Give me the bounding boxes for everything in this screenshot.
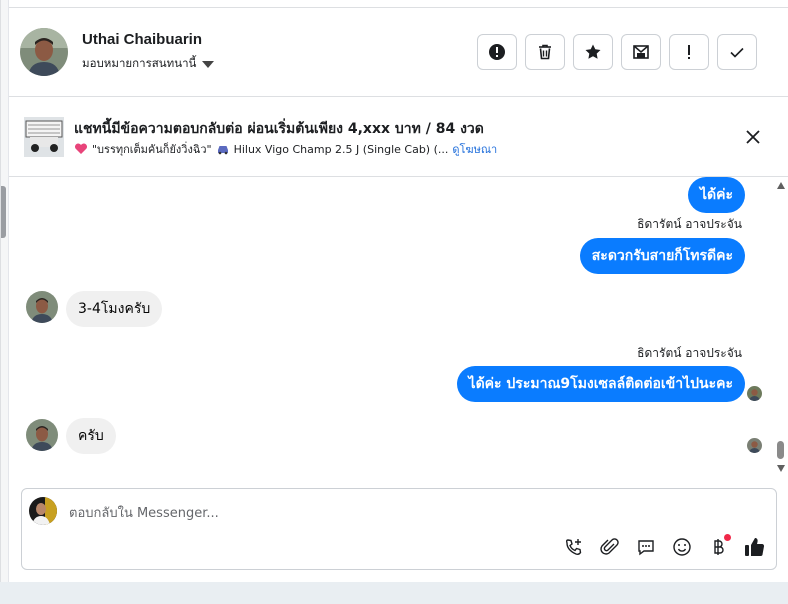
emoji-icon xyxy=(673,538,691,556)
chat-bubble-icon xyxy=(638,540,654,556)
call-button[interactable] xyxy=(562,535,586,559)
heart-icon xyxy=(74,143,88,154)
mark-spam-button[interactable] xyxy=(477,34,517,70)
left-scroll-thumb[interactable] xyxy=(1,186,6,238)
page-bottom-background xyxy=(0,582,788,604)
thumbs-up-icon xyxy=(745,538,765,556)
ad-slogan: "บรรทุกเต็มคันก็ยังวิ่งฉิว" xyxy=(92,143,212,156)
message-sender: ธิดารัตน์ อาจประจัน xyxy=(637,346,742,360)
delete-button[interactable] xyxy=(525,34,565,70)
payment-button[interactable] xyxy=(706,534,731,559)
conversation-header: Uthai Chaibuarin มอบหมายการสนทนานี้ xyxy=(9,8,788,97)
star-icon xyxy=(585,44,601,59)
follow-up-button[interactable] xyxy=(669,34,709,70)
assign-conversation-dropdown[interactable]: มอบหมายการสนทนานี้ xyxy=(82,55,215,73)
ad-thumbnail[interactable] xyxy=(24,117,64,157)
scroll-up-arrow-icon[interactable] xyxy=(777,182,785,189)
message-bubble-outgoing[interactable]: ได้ค่ะ xyxy=(687,177,745,213)
trash-icon xyxy=(539,44,551,60)
contact-avatar[interactable] xyxy=(20,28,68,76)
message-thread: ได้ค่ะ ธิดารัตน์ อาจประจัน สะดวกรับสายก็… xyxy=(9,177,773,481)
car-icon xyxy=(217,146,228,155)
seen-indicator-avatar xyxy=(747,438,762,453)
mark-done-button[interactable] xyxy=(717,34,757,70)
view-ad-link[interactable]: ดูโฆษณา xyxy=(452,140,497,158)
ad-title: แชทนี้มีข้อความตอบกลับต่อ ผ่อนเริ่มต้นเพ… xyxy=(74,121,484,137)
reply-input[interactable] xyxy=(69,503,709,523)
mark-unread-button[interactable] xyxy=(621,34,661,70)
contact-avatar-small[interactable] xyxy=(26,291,58,323)
seen-indicator-avatar xyxy=(747,386,762,401)
assign-label: มอบหมายการสนทนานี้ xyxy=(82,56,197,70)
ad-vehicle: Hilux Vigo Champ 2.5 J (Single Cab) (... xyxy=(233,142,449,156)
message-composer xyxy=(21,488,777,570)
close-ad-bar-button[interactable] xyxy=(743,127,763,147)
message-bubble-incoming[interactable]: ครับ xyxy=(66,418,116,454)
scroll-thumb[interactable] xyxy=(777,441,784,459)
saved-replies-button[interactable] xyxy=(634,535,658,559)
caret-down-icon xyxy=(202,60,215,68)
composer-toolbar xyxy=(562,534,766,559)
page-avatar xyxy=(29,497,57,525)
attach-button[interactable] xyxy=(598,535,622,559)
star-button[interactable] xyxy=(573,34,613,70)
inbox-conversation-panel: Uthai Chaibuarin มอบหมายการสนทนานี้ แชทน… xyxy=(0,0,788,582)
ad-context-bar: แชทนี้มีข้อความตอบกลับต่อ ผ่อนเริ่มต้นเพ… xyxy=(9,97,788,177)
scroll-down-arrow-icon[interactable] xyxy=(777,465,785,472)
message-bubble-outgoing[interactable]: สะดวกรับสายก็โทรดีคะ xyxy=(579,238,745,274)
close-icon xyxy=(746,130,760,144)
like-button[interactable] xyxy=(742,535,766,559)
left-scroll-strip xyxy=(1,0,9,582)
message-bubble-outgoing[interactable]: ได้ค่ะ ประมาณ9โมงเซลล์ติดต่อเข้าไปนะคะ xyxy=(456,366,745,402)
thread-scrollbar[interactable] xyxy=(773,177,788,481)
notification-dot xyxy=(724,534,731,541)
mail-unread-icon xyxy=(633,45,649,59)
header-actions xyxy=(477,34,757,70)
phone-add-icon xyxy=(565,539,582,555)
message-sender: ธิดารัตน์ อาจประจัน xyxy=(637,217,742,231)
contact-avatar-small[interactable] xyxy=(26,419,58,451)
exclamation-icon xyxy=(688,45,690,59)
checkmark-icon xyxy=(730,47,744,58)
paperclip-icon xyxy=(600,538,619,555)
emoji-button[interactable] xyxy=(670,535,694,559)
contact-name: Uthai Chaibuarin xyxy=(82,31,203,48)
exclamation-circle-icon xyxy=(489,44,505,60)
ad-subtitle-row: "บรรทุกเต็มคันก็ยังวิ่งฉิว" Hilux Vigo C… xyxy=(74,140,497,158)
message-bubble-incoming[interactable]: 3-4โมงครับ xyxy=(66,291,163,327)
